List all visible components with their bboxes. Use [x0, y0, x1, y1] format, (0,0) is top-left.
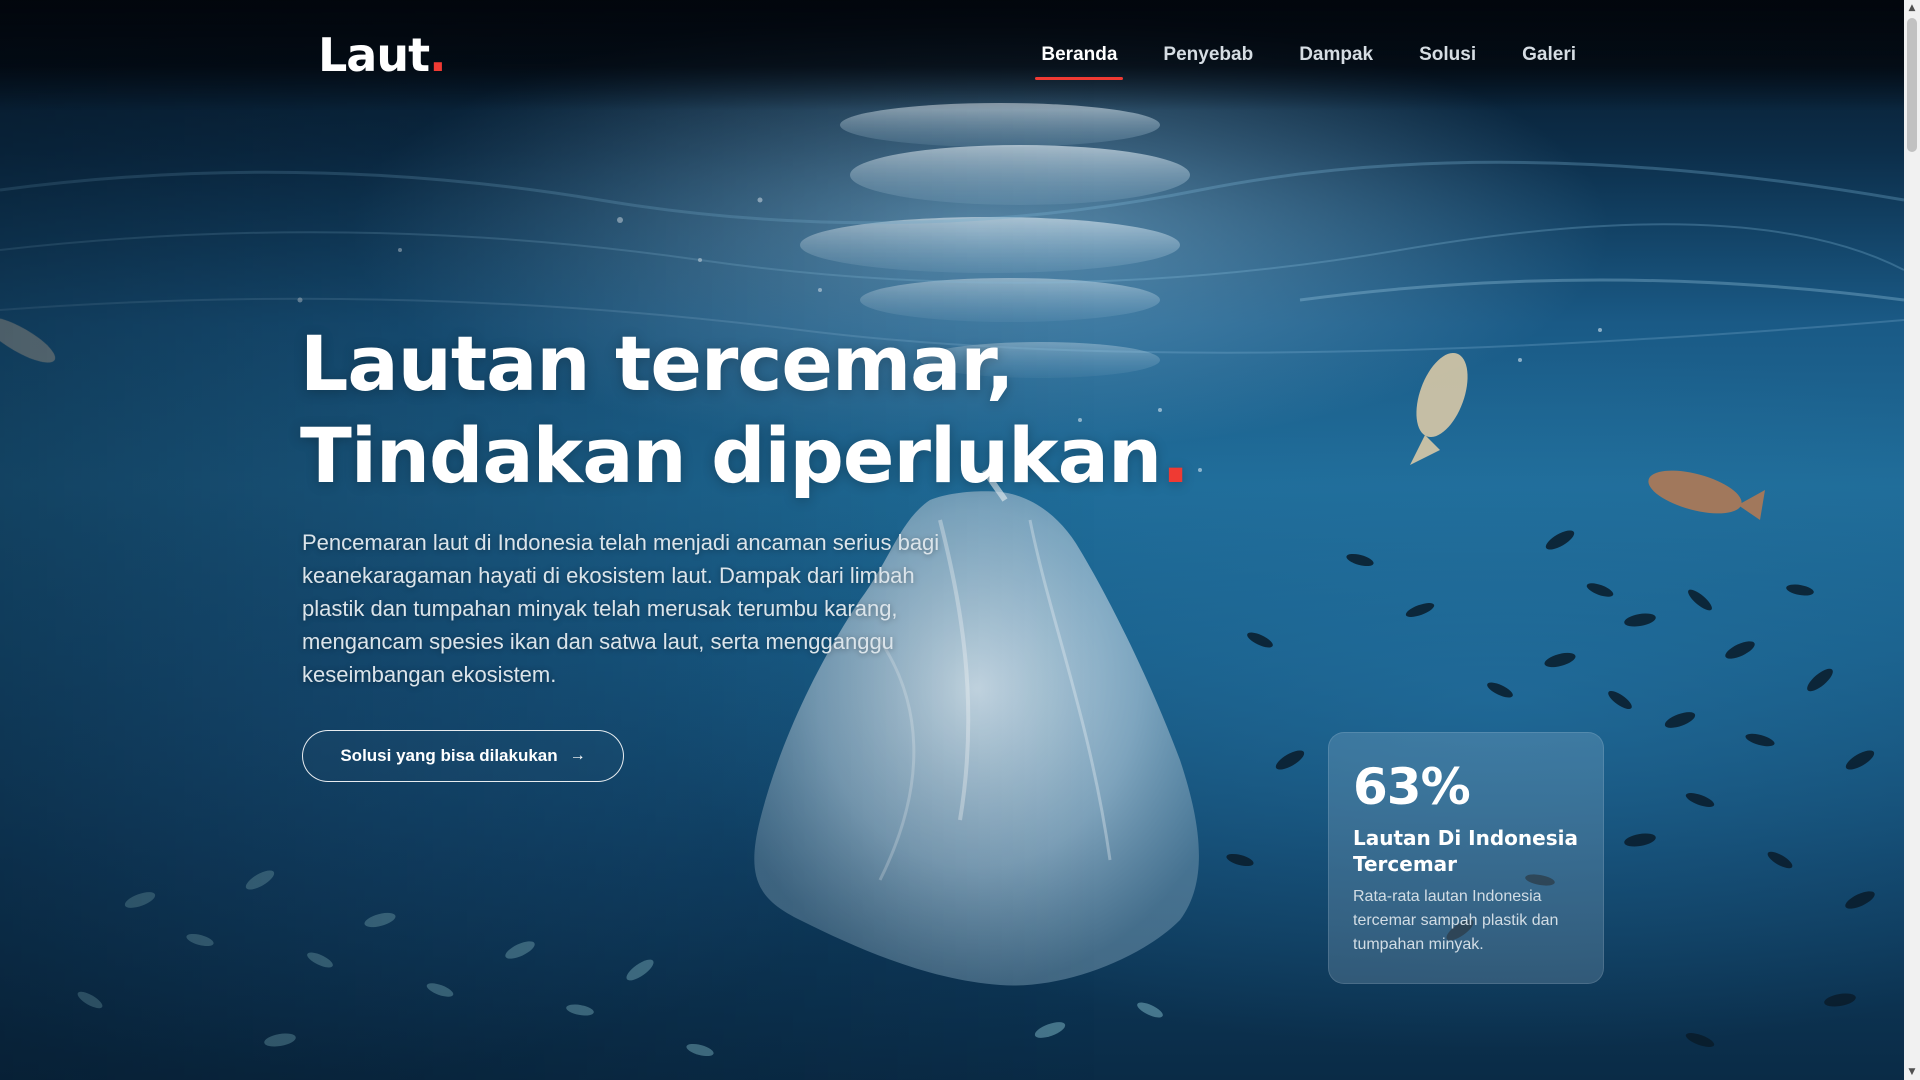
cta-label: Solusi yang bisa dilakukan [340, 746, 558, 765]
page: Laut. Beranda Penyebab Dampak Solusi Gal… [0, 0, 1920, 1080]
arrow-right-icon: → [569, 747, 586, 764]
brand-logo[interactable]: Laut. [318, 28, 447, 82]
hero-title: Lautan tercemar, Tindakan diperlukan. [300, 318, 1200, 502]
stat-value: 63% [1353, 758, 1471, 816]
stat-title: Lautan Di Indonesia Tercemar [1353, 826, 1578, 876]
main-nav: Beranda Penyebab Dampak Solusi Galeri [1035, 44, 1582, 80]
stat-description: Rata-rata lautan Indonesia tercemar samp… [1353, 888, 1559, 953]
nav-item-galeri[interactable]: Galeri [1516, 44, 1582, 74]
hero-title-line1: Lautan tercemar, [300, 319, 1015, 408]
nav-item-beranda[interactable]: Beranda [1035, 44, 1124, 80]
scroll-up-arrow-icon[interactable]: ▲ [1904, 0, 1920, 16]
nav-item-penyebab[interactable]: Penyebab [1157, 44, 1259, 74]
scroll-down-arrow-icon[interactable]: ▼ [1904, 1064, 1920, 1080]
stat-card: 63% Lautan Di Indonesia Tercemar Rata-ra… [1328, 732, 1604, 984]
cta-solusi-button[interactable]: Solusi yang bisa dilakukan → [302, 730, 624, 782]
brand-dot: . [429, 28, 447, 82]
nav-item-dampak[interactable]: Dampak [1293, 44, 1379, 74]
vertical-scrollbar[interactable]: ▲ ▼ [1904, 0, 1920, 1080]
nav-item-solusi[interactable]: Solusi [1413, 44, 1482, 74]
scrollbar-thumb[interactable] [1907, 18, 1917, 152]
brand-name: Laut [318, 28, 430, 82]
hero-title-line2: Tindakan diperlukan [300, 411, 1162, 500]
hero-description: Pencemaran laut di Indonesia telah menja… [302, 530, 940, 687]
hero-title-dot: . [1161, 411, 1190, 500]
